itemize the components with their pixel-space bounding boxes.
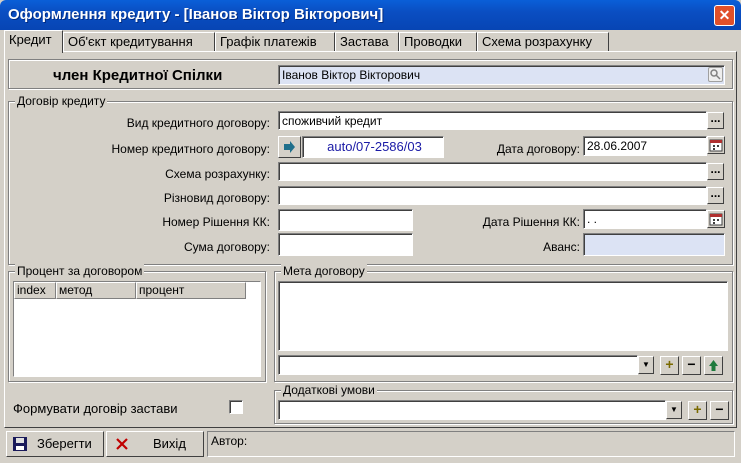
tab-postings[interactable]: Проводки (399, 32, 477, 52)
purpose-move-up-button[interactable] (704, 356, 723, 375)
decision-date-field[interactable]: . . (583, 209, 707, 229)
contract-type-field[interactable]: споживчий кредит (278, 111, 707, 130)
generate-number-button[interactable] (278, 136, 301, 158)
pledge-label: Формувати договір застави (13, 401, 178, 416)
tab-credit-object[interactable]: Об'єкт кредитування (63, 32, 215, 52)
contract-kind-browse-button[interactable]: ... (707, 187, 724, 204)
extra-group-title: Додаткові умови (281, 383, 377, 397)
purpose-select[interactable] (278, 355, 638, 375)
tab-calc-scheme[interactable]: Схема розрахунку (477, 32, 609, 52)
purpose-add-button[interactable]: + (660, 356, 679, 375)
calendar-icon (709, 213, 723, 226)
contract-type-browse-button[interactable]: ... (707, 112, 724, 129)
decision-number-label: Номер Рішення КК: (162, 215, 270, 229)
purpose-remove-button[interactable]: − (682, 356, 701, 375)
tab-pledge[interactable]: Застава (335, 32, 399, 52)
author-status: Автор: (207, 431, 735, 457)
contract-date-label: Дата договору: (496, 142, 580, 156)
contract-type-label: Вид кредитного договору: (126, 116, 270, 130)
save-button[interactable]: Зберегти (6, 431, 104, 457)
arrow-up-icon (709, 360, 718, 371)
contract-date-field[interactable]: 28.06.2007 (583, 136, 707, 156)
chevron-down-icon: ▼ (670, 405, 678, 414)
calendar-icon (709, 139, 723, 152)
purpose-text-area[interactable] (278, 281, 728, 351)
tab-panel: член Кредитної Спілки Іванов Віктор Вікт… (4, 51, 737, 428)
contract-number-label: Номер кредитного договору: (111, 142, 270, 156)
author-label: Автор: (211, 434, 248, 448)
extra-remove-button[interactable]: − (710, 401, 729, 420)
decision-number-field[interactable] (278, 209, 413, 231)
member-label: член Кредитної Спілки (53, 67, 223, 84)
lookup-icon[interactable] (708, 67, 723, 82)
column-header-percent[interactable]: процент (136, 282, 246, 299)
calc-scheme-field[interactable] (278, 162, 707, 181)
floppy-disk-icon (13, 437, 27, 451)
calc-scheme-browse-button[interactable]: ... (707, 163, 724, 180)
advance-field[interactable] (583, 233, 725, 256)
decision-date-calendar-button[interactable] (707, 210, 725, 228)
title-bar: Оформлення кредиту - [Іванов Віктор Вікт… (0, 0, 741, 30)
percent-grid[interactable]: index метод процент (13, 281, 261, 377)
contract-date-calendar-button[interactable] (707, 136, 725, 154)
contract-kind-label: Різновид договору: (163, 191, 270, 205)
tab-credit[interactable]: Кредит (4, 30, 63, 53)
purpose-dropdown-arrow[interactable]: ▼ (638, 356, 654, 374)
tab-payment-schedule[interactable]: Графік платежів (215, 32, 335, 52)
close-button[interactable]: ✕ (714, 5, 735, 26)
contract-group-title: Договір кредиту (15, 94, 108, 108)
purpose-group-title: Мета договору (281, 264, 367, 278)
pledge-checkbox[interactable] (229, 400, 243, 414)
contract-number-field[interactable]: auto/07-2586/03 (302, 136, 444, 158)
extra-select[interactable] (278, 400, 666, 420)
arrow-right-icon (284, 141, 295, 153)
exit-button[interactable]: Вихід (106, 431, 204, 457)
extra-dropdown-arrow[interactable]: ▼ (666, 401, 682, 419)
save-button-label: Зберегти (37, 436, 92, 451)
exit-button-label: Вихід (153, 436, 186, 451)
percent-group-title: Процент за договором (15, 264, 145, 278)
contract-sum-label: Сума договору: (183, 240, 270, 254)
window-title: Оформлення кредиту - [Іванов Віктор Вікт… (8, 6, 384, 23)
chevron-down-icon: ▼ (642, 360, 650, 369)
calc-scheme-label: Схема розрахунку: (165, 167, 270, 181)
decision-date-label: Дата Рішення КК: (482, 215, 580, 229)
column-header-index[interactable]: index (14, 282, 56, 299)
contract-kind-field[interactable] (278, 186, 707, 205)
contract-sum-field[interactable] (278, 233, 413, 256)
credit-window: { "window": { "title": "Оформлення креди… (0, 0, 741, 463)
bottom-bar: Зберегти Вихід Автор: (4, 431, 737, 459)
member-field[interactable]: Іванов Віктор Вікторович (278, 65, 725, 85)
close-x-icon (116, 438, 128, 450)
extra-add-button[interactable]: + (688, 401, 707, 420)
advance-label: Аванс: (543, 240, 580, 254)
column-header-method[interactable]: метод (56, 282, 136, 299)
